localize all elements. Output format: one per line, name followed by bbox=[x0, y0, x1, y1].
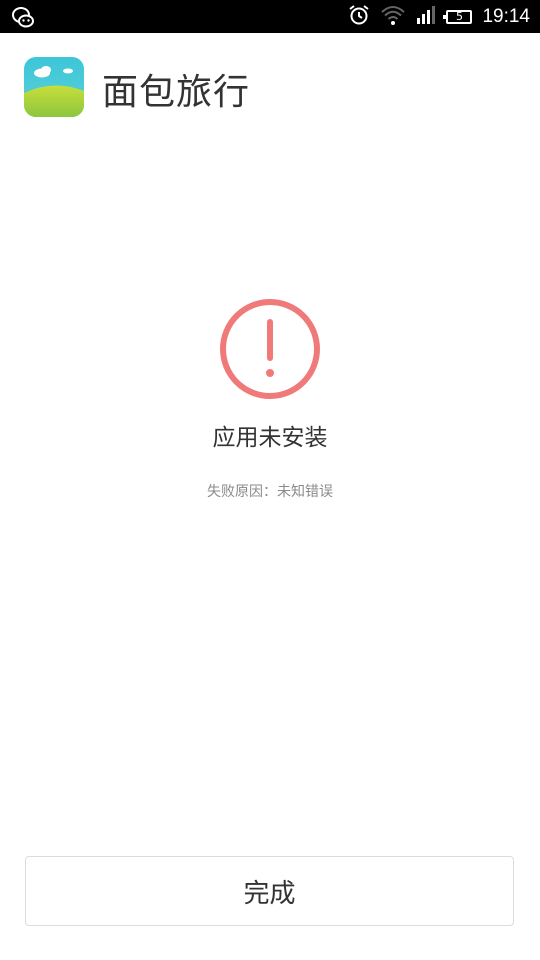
battery-icon: 5 bbox=[443, 9, 473, 24]
signal-icon bbox=[416, 5, 436, 29]
install-status-title: 应用未安装 bbox=[212, 425, 328, 451]
clock-time: 19:14 bbox=[482, 5, 530, 27]
app-icon-landscape bbox=[24, 57, 84, 117]
error-exclamation-icon bbox=[219, 298, 321, 400]
alarm-clock-icon bbox=[348, 4, 370, 30]
status-bar: 5 19:14 bbox=[0, 0, 540, 33]
app-header: 面包旅行 bbox=[0, 33, 540, 143]
status-bar-right: 5 19:14 bbox=[348, 0, 530, 33]
done-button[interactable]: 完成 bbox=[25, 856, 514, 926]
wifi-icon bbox=[380, 4, 406, 30]
app-name: 面包旅行 bbox=[102, 72, 251, 113]
failure-reason: 失败原因：未知错误 bbox=[207, 484, 333, 500]
battery-level: 5 bbox=[455, 10, 463, 23]
wechat-icon bbox=[10, 5, 36, 29]
